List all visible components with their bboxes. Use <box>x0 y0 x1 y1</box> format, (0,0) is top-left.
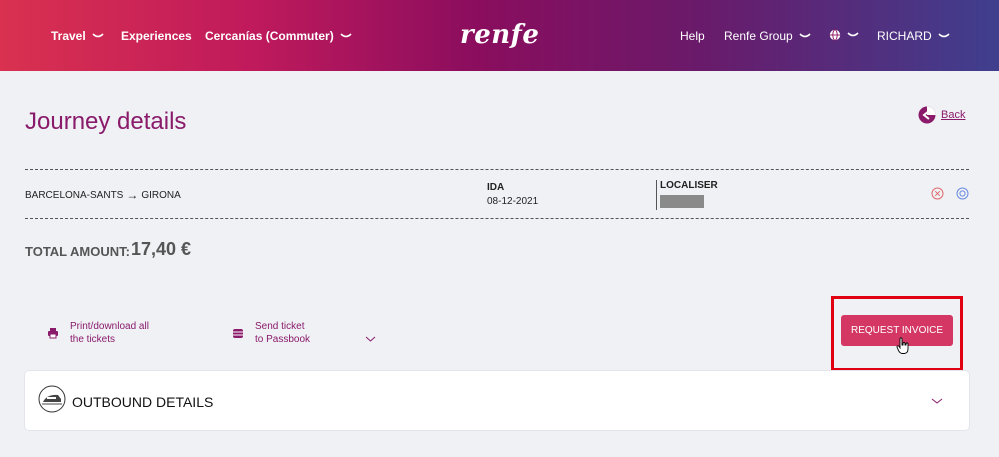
nav-travel[interactable]: Travel <box>51 29 104 43</box>
divider <box>25 218 969 219</box>
train-icon <box>38 385 66 413</box>
user-menu[interactable]: RICHARD <box>877 29 950 43</box>
print-download-button[interactable]: Print/download all the tickets <box>46 320 149 346</box>
send-to-passbook-button[interactable]: Send ticket to Passbook <box>231 320 310 346</box>
top-nav-bar: Travel Experiences Cercanías (Commuter) … <box>0 0 999 71</box>
outbound-details-title: OUTBOUND DETAILS <box>72 394 214 410</box>
language-selector[interactable] <box>829 29 859 41</box>
destination-station: GIRONA <box>141 189 181 201</box>
journey-route: BARCELONA-SANTS → GIRONA <box>25 188 181 202</box>
nav-experiences[interactable]: Experiences <box>121 29 192 43</box>
localiser-block: LOCALISER <box>656 180 718 210</box>
nav-renfe-group[interactable]: Renfe Group <box>724 29 811 43</box>
globe-icon <box>829 29 841 41</box>
journey-date: 08-12-2021 <box>487 196 539 207</box>
chevron-down-icon <box>938 33 950 38</box>
cancel-ticket-icon[interactable] <box>931 187 944 200</box>
nav-commuter[interactable]: Cercanías (Commuter) <box>205 29 352 43</box>
total-amount-value: 17,40 € <box>131 239 192 259</box>
chevron-down-icon <box>799 33 811 38</box>
change-ticket-icon[interactable] <box>956 187 969 200</box>
back-arrow-icon <box>918 106 936 124</box>
renfe-logo[interactable]: renfe <box>460 20 539 50</box>
origin-station: BARCELONA-SANTS <box>25 189 124 201</box>
outbound-details-panel[interactable]: OUTBOUND DETAILS <box>25 371 969 430</box>
wallet-icon <box>233 329 243 338</box>
printer-icon <box>48 328 58 339</box>
divider <box>25 169 969 170</box>
localiser-redacted <box>660 195 704 208</box>
hand-cursor-icon <box>896 337 909 354</box>
chevron-down-icon <box>847 32 859 37</box>
chevron-down-icon <box>92 33 104 38</box>
back-link[interactable]: Back <box>918 106 965 124</box>
direction-label: IDA <box>487 182 505 193</box>
page-title: Journey details <box>25 108 187 135</box>
chevron-down-icon[interactable] <box>365 335 376 343</box>
chevron-down-icon[interactable] <box>931 397 943 405</box>
total-amount-label: TOTAL AMOUNT: <box>25 244 130 259</box>
route-arrow: → <box>126 188 139 202</box>
localiser-label: LOCALISER <box>660 180 718 191</box>
chevron-down-icon <box>340 33 352 38</box>
nav-help[interactable]: Help <box>680 29 705 43</box>
